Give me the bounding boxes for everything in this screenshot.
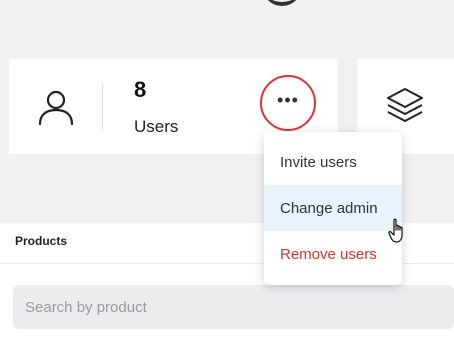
- menu-item-invite-users[interactable]: Invite users: [264, 139, 402, 185]
- products-section-title: Products: [15, 234, 68, 248]
- menu-item-change-admin[interactable]: Change admin: [264, 185, 402, 231]
- page-title-fragment: [262, 0, 302, 6]
- more-options-menu: Invite users Change admin Remove users: [264, 132, 402, 285]
- card-divider: [102, 83, 103, 131]
- more-horizontal-icon: •••: [277, 90, 299, 110]
- users-count-label: Users: [134, 117, 179, 136]
- users-count: 8: [134, 77, 147, 102]
- hand-pointer-icon: [388, 218, 403, 243]
- product-search-input[interactable]: [13, 285, 454, 329]
- user-icon: [38, 90, 74, 126]
- menu-item-remove-users[interactable]: Remove users: [264, 231, 402, 277]
- layers-icon: [387, 88, 423, 122]
- more-options-button[interactable]: •••: [260, 75, 316, 131]
